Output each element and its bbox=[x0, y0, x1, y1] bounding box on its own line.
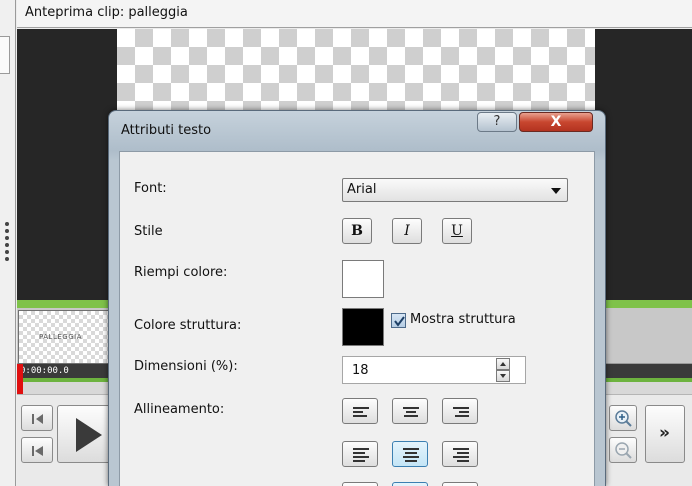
app-window: Anteprima clip: palleggia PALLEGGIA 0:00… bbox=[0, 0, 692, 486]
close-button[interactable]: X bbox=[519, 112, 593, 132]
help-button[interactable]: ? bbox=[477, 112, 517, 132]
alignment-label: Allineamento: bbox=[134, 402, 225, 417]
zoom-in-icon bbox=[615, 410, 632, 427]
align-center-icon bbox=[403, 448, 419, 462]
align-left-icon bbox=[353, 407, 369, 417]
show-outline-label[interactable]: Mostra struttura bbox=[410, 312, 516, 327]
align-middle-right-button[interactable] bbox=[442, 441, 478, 467]
fill-color-swatch[interactable] bbox=[342, 260, 384, 298]
align-middle-left-button[interactable] bbox=[342, 441, 378, 467]
underline-button[interactable]: U bbox=[442, 218, 472, 244]
align-top-center-button[interactable] bbox=[392, 398, 428, 424]
font-select-value: Arial bbox=[347, 182, 377, 197]
size-spinner[interactable] bbox=[496, 358, 510, 382]
chevron-down-icon bbox=[551, 188, 561, 194]
preview-title: Anteprima clip: palleggia bbox=[17, 0, 692, 28]
more-button[interactable]: » bbox=[645, 405, 685, 463]
align-right-icon bbox=[453, 407, 469, 417]
spinner-up-icon[interactable] bbox=[496, 358, 510, 370]
align-right-icon bbox=[453, 448, 469, 462]
panel-tab[interactable] bbox=[0, 36, 10, 74]
zoom-out-button[interactable] bbox=[609, 437, 637, 463]
italic-button[interactable]: I bbox=[392, 218, 422, 244]
align-top-right-button[interactable] bbox=[442, 398, 478, 424]
show-outline-checkbox[interactable] bbox=[391, 313, 406, 328]
bold-button[interactable]: B bbox=[342, 218, 372, 244]
clip-thumbnail[interactable]: PALLEGGIA bbox=[18, 310, 114, 364]
font-label: Font: bbox=[134, 181, 167, 196]
more-button-label: » bbox=[659, 423, 670, 443]
dialog-body: Font: Arial Stile B I U Riempi colore: C… bbox=[119, 151, 595, 486]
zoom-out-icon bbox=[615, 442, 632, 459]
spinner-down-icon[interactable] bbox=[496, 370, 510, 382]
go-to-start-button[interactable] bbox=[21, 437, 53, 463]
checkmark-icon bbox=[394, 316, 405, 327]
clip-thumbnail-label: PALLEGGIA bbox=[39, 333, 82, 341]
playhead[interactable] bbox=[17, 364, 23, 394]
align-bottom-right-button[interactable] bbox=[442, 482, 478, 486]
left-panel-edge bbox=[0, 0, 16, 486]
size-label: Dimensioni (%): bbox=[134, 359, 238, 374]
align-left-icon bbox=[353, 448, 369, 462]
align-bottom-center-button[interactable] bbox=[392, 482, 428, 486]
go-to-start-icon bbox=[32, 446, 43, 456]
text-attributes-dialog: Attributi testo ? X Font: Arial Stile B … bbox=[108, 110, 606, 486]
align-top-left-button[interactable] bbox=[342, 398, 378, 424]
font-select[interactable]: Arial bbox=[342, 178, 568, 202]
dialog-title: Attributi testo bbox=[121, 123, 212, 138]
outline-color-swatch[interactable] bbox=[342, 308, 384, 346]
zoom-in-button[interactable] bbox=[609, 405, 637, 431]
outline-color-label: Colore struttura: bbox=[134, 318, 242, 333]
step-back-button[interactable] bbox=[21, 405, 53, 431]
time-readout: 0:00:00.0 bbox=[20, 366, 69, 376]
align-bottom-left-button[interactable] bbox=[342, 482, 378, 486]
align-center-icon bbox=[403, 407, 419, 417]
step-back-icon bbox=[32, 414, 43, 424]
play-button[interactable] bbox=[57, 405, 115, 463]
style-label: Stile bbox=[134, 224, 163, 239]
splitter-grip[interactable] bbox=[5, 222, 9, 262]
fill-color-label: Riempi colore: bbox=[134, 265, 228, 280]
align-middle-center-button[interactable] bbox=[392, 441, 428, 467]
